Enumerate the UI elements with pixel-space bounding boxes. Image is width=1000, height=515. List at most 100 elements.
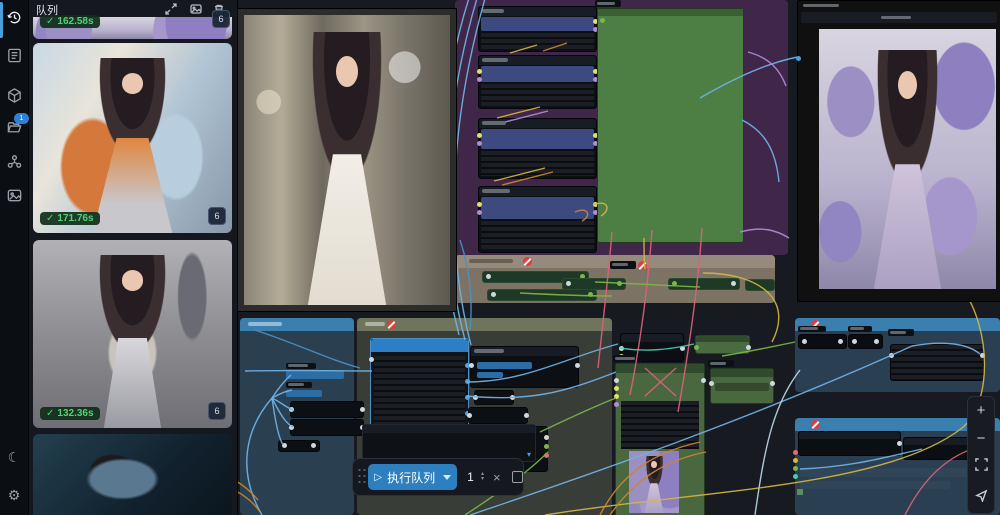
node-green-panel[interactable]: [597, 8, 744, 243]
node-tag[interactable]: [286, 363, 316, 369]
input-dot[interactable]: [889, 353, 894, 358]
input-dot[interactable]: [477, 69, 482, 74]
node-sampler-config[interactable]: [470, 346, 579, 388]
node-title-bar: [479, 7, 596, 16]
sidebar-item-model-library[interactable]: [5, 86, 23, 104]
input-dot[interactable]: [369, 357, 374, 362]
output-dot[interactable]: [544, 453, 549, 458]
node-clip-text-encode-3[interactable]: [478, 118, 597, 179]
node-tag[interactable]: [708, 360, 734, 367]
node-clip-text-encode-2[interactable]: [478, 55, 597, 109]
input-dot[interactable]: [477, 210, 482, 215]
node-save-image[interactable]: [797, 0, 1000, 302]
node-behind-toolbar[interactable]: ▾: [362, 424, 536, 462]
input-dot[interactable]: [614, 394, 619, 399]
output-dot[interactable]: [575, 363, 580, 368]
node-collapsed[interactable]: [468, 407, 528, 424]
run-queue-button[interactable]: ▷ 执行队列: [368, 464, 457, 490]
sidebar-item-gallery[interactable]: [5, 186, 23, 204]
node-image-preview-large[interactable]: [237, 8, 457, 312]
node-collapsed[interactable]: [798, 334, 847, 349]
cancel-run-icon[interactable]: ×: [493, 470, 501, 485]
sidebar-item-logs[interactable]: [5, 46, 23, 64]
node-clip-text-encode-1[interactable]: [478, 6, 597, 52]
input-dot[interactable]: [477, 141, 482, 146]
node-ksampler-green[interactable]: [615, 363, 705, 515]
input-dot[interactable]: [614, 386, 619, 391]
settings-gear-icon[interactable]: ⚙: [5, 486, 23, 504]
sidebar-item-workflows-folder[interactable]: 1: [5, 118, 23, 136]
widget-combo[interactable]: [286, 371, 344, 379]
node-collapsed[interactable]: [290, 419, 364, 436]
input-dot[interactable]: [793, 466, 798, 471]
input-dot[interactable]: [694, 345, 699, 350]
node-collapsed[interactable]: [562, 278, 626, 290]
sidebar-item-node-map[interactable]: [5, 152, 23, 170]
input-dot[interactable]: [793, 458, 798, 463]
node-tag[interactable]: [888, 329, 914, 336]
queue-item[interactable]: ✓ 171.76s 6: [33, 43, 232, 233]
input-dot[interactable]: [600, 18, 605, 23]
input-dot[interactable]: [477, 202, 482, 207]
output-dot[interactable]: [680, 346, 685, 351]
node-collapsed[interactable]: [290, 401, 364, 418]
sidebar-item-queue-history[interactable]: [5, 8, 23, 26]
step-down-icon[interactable]: ▾: [481, 477, 484, 482]
output-dot[interactable]: [770, 381, 775, 386]
input-dot[interactable]: [793, 474, 798, 479]
input-dot[interactable]: [614, 378, 619, 383]
widget-row[interactable]: [801, 12, 997, 23]
expand-panel-icon[interactable]: [165, 2, 177, 14]
toolbar-drag-handle[interactable]: [357, 467, 366, 487]
output-dot[interactable]: [897, 441, 902, 446]
pan-mode-cursor-button[interactable]: [975, 489, 988, 507]
input-dot[interactable]: [477, 77, 482, 82]
queue-item[interactable]: ✓ 132.36s 6: [33, 240, 232, 428]
fit-view-button[interactable]: [975, 458, 988, 476]
node-tag[interactable]: [848, 326, 872, 332]
stop-icon[interactable]: [512, 471, 523, 483]
node-green-small[interactable]: [710, 368, 774, 404]
node-tag[interactable]: [286, 382, 312, 388]
node-collapsed[interactable]: [745, 279, 775, 291]
input-dot[interactable]: [614, 402, 619, 407]
job-duration-badge: ✓ 171.76s: [40, 212, 100, 225]
image-filter-icon[interactable]: [190, 2, 202, 14]
input-dot[interactable]: [619, 346, 624, 351]
node-tag[interactable]: [613, 355, 643, 362]
node-textarea[interactable]: [890, 344, 984, 381]
node-green-collapsed[interactable]: [695, 335, 750, 354]
node-collapsed[interactable]: [474, 390, 514, 405]
output-dot[interactable]: [544, 444, 549, 449]
input-dot[interactable]: [477, 133, 482, 138]
batch-count-value[interactable]: 1: [461, 470, 480, 484]
output-dot[interactable]: [465, 395, 470, 400]
theme-toggle-moon-icon[interactable]: ☾: [5, 448, 23, 466]
node-clip-text-encode-4[interactable]: [478, 186, 597, 253]
sidebar-rail: 1 ☾ ⚙: [0, 0, 29, 515]
node-collapsed[interactable]: [668, 278, 740, 290]
node-tag[interactable]: [610, 261, 636, 269]
node-tag[interactable]: [798, 326, 826, 332]
zoom-in-button[interactable]: +: [977, 403, 986, 418]
node-collapsed[interactable]: [278, 440, 320, 452]
output-dot[interactable]: [746, 345, 751, 350]
check-icon: ✓: [46, 16, 54, 27]
output-dot[interactable]: [701, 378, 706, 383]
input-dot[interactable]: [709, 381, 714, 386]
chevron-down-icon[interactable]: [443, 475, 451, 480]
output-dot[interactable]: [544, 435, 549, 440]
node-collapsed[interactable]: [848, 334, 883, 349]
node-tag[interactable]: [595, 0, 621, 7]
input-dot[interactable]: [796, 56, 801, 61]
output-dot[interactable]: [980, 353, 985, 358]
input-dot[interactable]: [469, 363, 474, 368]
node-collapsed-wide[interactable]: [798, 431, 901, 456]
batch-count-stepper[interactable]: ▴ ▾: [481, 472, 484, 482]
widget-combo[interactable]: [286, 390, 322, 397]
zoom-out-button[interactable]: −: [977, 431, 986, 446]
queue-item[interactable]: [33, 434, 232, 515]
input-dot[interactable]: [793, 450, 798, 455]
chevron-down-icon[interactable]: ▾: [527, 450, 531, 459]
node-collapsed[interactable]: [487, 289, 597, 301]
